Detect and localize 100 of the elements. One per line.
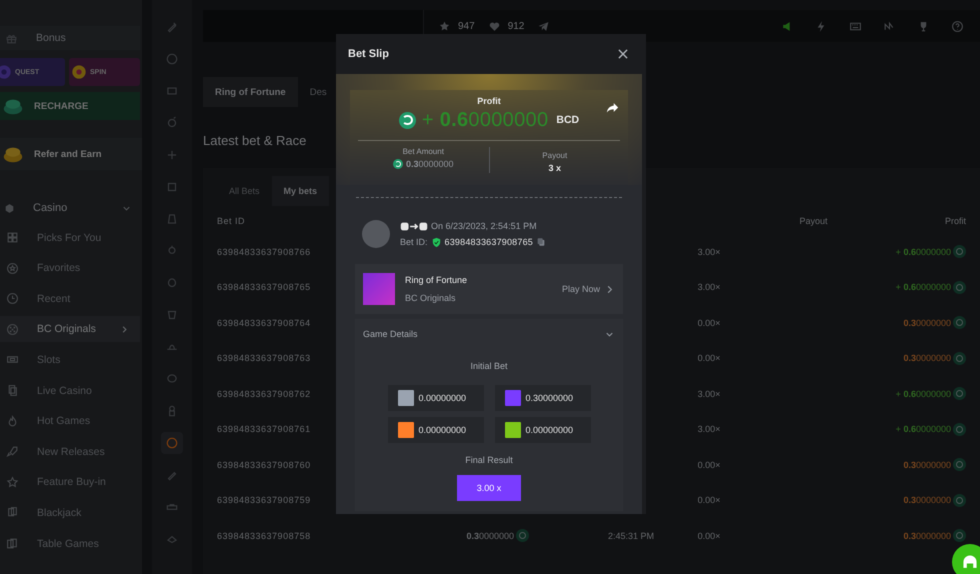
payout-cell-text: 0.00× (696, 530, 722, 541)
promo-banner[interactable]: RECHARGE (0, 92, 140, 120)
game-card[interactable]: Ring of Fortune BC Originals Play Now (355, 264, 623, 314)
final-result-label: Final Result (464, 455, 514, 465)
sidebar-item[interactable]: Slots (0, 346, 140, 373)
sidebar-item[interactable]: Recent (0, 286, 140, 312)
payout-cell-text: 0.00× (696, 495, 722, 506)
time-cell: 2:45:31 PM (608, 530, 654, 541)
paper-plane-icon[interactable] (537, 20, 550, 32)
sidebar-item[interactable]: Picks For You (0, 224, 140, 251)
sidebar-item[interactable]: Favorites (0, 255, 140, 282)
profit-cell: + 0.60000000 (896, 388, 951, 399)
star-icon (438, 20, 451, 32)
sidebar-item[interactable]: Feature Buy-in (0, 469, 140, 496)
bet-amount-value: 0.30000000 (406, 159, 454, 169)
promo-banner[interactable]: Refer and Earn (0, 138, 142, 170)
bet-id-cell[interactable]: 63984833637908758 (217, 530, 429, 541)
profit-cell: 0.30000000 (903, 530, 951, 541)
headset-icon (961, 553, 979, 571)
coin-icon (953, 458, 966, 472)
bonus-item[interactable]: Bonus (0, 26, 140, 50)
coin-icon (953, 245, 966, 258)
menu-item-icon (6, 445, 19, 458)
sidebar-item[interactable]: Live Casino (0, 378, 140, 404)
final-result-badge: 3.00 x (457, 475, 521, 501)
menu-item-icon (6, 262, 19, 275)
payout-label: Payout (542, 151, 568, 160)
menu-item-icon (6, 414, 19, 428)
menu-item-icon (6, 506, 19, 520)
bets-tab[interactable]: My bets (272, 176, 330, 206)
coin-icon (516, 529, 529, 542)
like-count: 912 (508, 20, 524, 32)
payout-cell-text: 0.00× (696, 460, 722, 470)
payout-cell-text: 3.00× (696, 282, 722, 292)
game-thumbnail (363, 273, 395, 305)
casino-menu[interactable]: Casino (0, 196, 142, 220)
column-header: Bet ID (217, 216, 246, 226)
wheel-icon (0, 64, 12, 80)
play-now-link[interactable]: Play Now (562, 284, 615, 294)
coin-icon (398, 112, 416, 128)
bet-id-label: Bet ID: (400, 237, 428, 247)
bet-value: 0.30000000 (526, 393, 574, 403)
bet-value: 0.00000000 (418, 393, 466, 403)
profit-label: Profit (476, 96, 502, 106)
cards-icon (3, 202, 16, 214)
profit-cell: + 0.60000000 (896, 282, 951, 292)
star-count: 947 (458, 20, 475, 32)
game-name: Ring of Fortune (405, 275, 468, 285)
coin-icon (953, 529, 966, 542)
coin-icon (392, 159, 403, 169)
sidebar-item[interactable]: Blackjack (0, 500, 140, 526)
shield-check-icon (430, 236, 442, 248)
copy-icon[interactable] (536, 237, 546, 247)
payout-value: 3 x (548, 163, 561, 173)
profit-cell: 0.30000000 (903, 460, 951, 470)
bet-value: 0.00000000 (526, 425, 574, 435)
game-details-toggle[interactable]: Game Details (363, 319, 615, 349)
sidebar-item[interactable]: New Releases (0, 438, 140, 465)
wheel-icon (71, 64, 87, 80)
initial-bet-label: Initial Bet (469, 361, 509, 371)
chart-line-icon[interactable] (883, 20, 896, 32)
coin-icon (953, 494, 966, 507)
menu-item-icon (6, 231, 19, 244)
column-header: Profit (944, 216, 967, 226)
heart-icon (488, 20, 501, 32)
help-icon[interactable] (951, 20, 964, 32)
coin-icon (953, 316, 966, 330)
hidden-user-icon (400, 220, 428, 232)
close-icon (616, 47, 630, 61)
currency-label: BCD (556, 114, 580, 126)
bet-date: On 6/23/2023, 2:54:51 PM (431, 221, 537, 231)
menu-item-icon (6, 476, 19, 489)
menu-item-icon (6, 292, 19, 306)
profit-cell: 0.30000000 (903, 353, 951, 364)
payout-cell-text: 0.00× (696, 353, 722, 364)
menu-item-icon (6, 384, 19, 398)
payout-cell-text: 0.00× (696, 318, 722, 328)
section-heading: Latest bet & Race (203, 133, 306, 150)
payout-cell-text: 3.00× (696, 246, 722, 257)
avatar (362, 220, 390, 248)
keyboard-icon[interactable] (849, 20, 862, 32)
payout-cell-text: 3.00× (696, 388, 722, 399)
coin-icon (953, 352, 966, 365)
profit-cell: 0.30000000 (903, 318, 951, 328)
menu-item-icon (6, 322, 19, 336)
payout-cell-text: 3.00× (696, 424, 722, 434)
profit-amount: + 0.60000000 (422, 108, 548, 132)
menu-item-icon (6, 537, 19, 550)
game-tab[interactable]: Des (298, 77, 339, 107)
sidebar-item[interactable]: BC Originals (0, 316, 140, 342)
dialog-title: Bet Slip (348, 48, 389, 60)
sidebar-item[interactable]: Table Games (0, 530, 140, 557)
amount-cell: 0.30000000 (466, 530, 514, 541)
bet-value: 0.00000000 (418, 425, 466, 435)
sidebar-item[interactable]: Hot Games (0, 408, 140, 434)
game-tab[interactable]: Ring of Fortune (203, 77, 298, 107)
bet-amount-label: Bet Amount (402, 147, 444, 156)
column-header: Payout (798, 216, 829, 226)
bet-id-value: 63984833637908765 (444, 237, 534, 247)
profit-cell: + 0.60000000 (896, 424, 951, 434)
